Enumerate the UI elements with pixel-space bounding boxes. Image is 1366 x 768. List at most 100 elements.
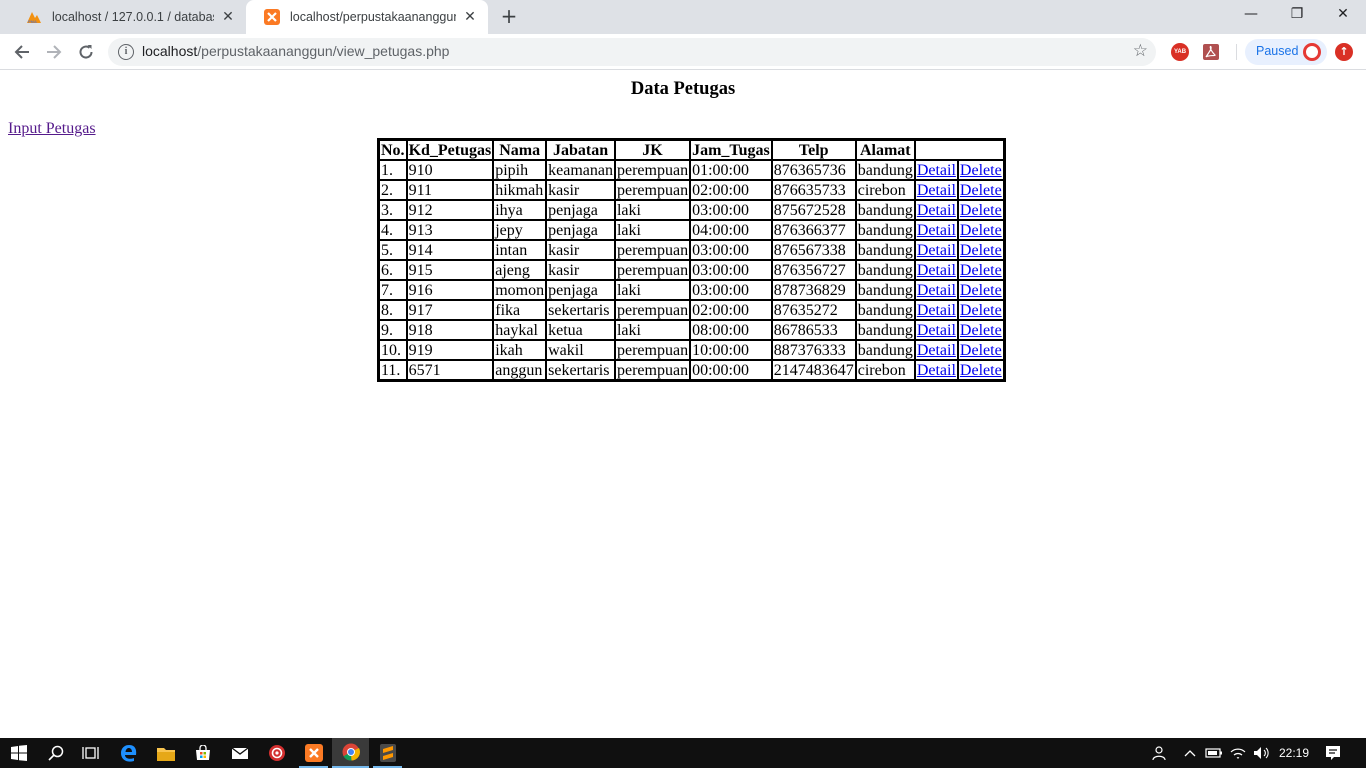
cell-jabatan: penjaga xyxy=(546,280,615,300)
bookmark-star-icon[interactable]: ☆ xyxy=(1133,41,1148,61)
delete-link[interactable]: Delete xyxy=(960,222,1002,239)
cell-jabatan: wakil xyxy=(546,340,615,360)
table-row: 1. 910 pipih keamanan perempuan 01:00:00 87636… xyxy=(379,160,1004,180)
delete-link[interactable]: Delete xyxy=(960,362,1002,379)
detail-link[interactable]: Detail xyxy=(917,362,956,379)
cell-nama: pipih xyxy=(493,160,547,180)
yab-extension-icon[interactable]: YAB xyxy=(1171,43,1189,61)
delete-link[interactable]: Delete xyxy=(960,302,1002,319)
url-path: /perpustakaananggun/view_petugas.php xyxy=(197,43,450,59)
column-header: Jabatan xyxy=(546,140,615,160)
cell-telp: 86786533 xyxy=(771,320,856,340)
back-button[interactable] xyxy=(8,38,36,66)
cell-detail: Detail xyxy=(914,260,958,280)
sublime-text-icon[interactable] xyxy=(369,738,406,768)
tab-title: localhost / 127.0.0.1 / database_p xyxy=(52,10,214,24)
cell-alamat: bandung xyxy=(855,300,915,320)
update-menu-icon[interactable]: ↑ xyxy=(1335,43,1353,61)
store-icon[interactable] xyxy=(184,738,221,768)
chevron-up-icon[interactable] xyxy=(1180,738,1200,768)
delete-link[interactable]: Delete xyxy=(960,162,1002,179)
cell-jk: laki xyxy=(614,220,691,240)
table-row: 8. 917 fika sekertaris perempuan 02:00:00 8763… xyxy=(379,300,1004,320)
cell-jam-tugas: 00:00:00 xyxy=(690,360,772,380)
new-tab-button[interactable]: + xyxy=(498,6,520,28)
system-clock[interactable]: 22:19 xyxy=(1276,738,1312,768)
app-red-icon[interactable] xyxy=(258,738,295,768)
wifi-icon[interactable] xyxy=(1228,738,1248,768)
file-explorer-icon[interactable] xyxy=(147,738,184,768)
site-info-icon[interactable]: i xyxy=(118,44,134,60)
detail-link[interactable]: Detail xyxy=(917,322,956,339)
edge-icon[interactable] xyxy=(110,738,147,768)
search-icon[interactable] xyxy=(37,738,74,768)
cell-nama: haykal xyxy=(493,320,547,340)
mail-icon[interactable] xyxy=(221,738,258,768)
cell-no: 11. xyxy=(379,360,407,380)
cell-jabatan: penjaga xyxy=(546,220,615,240)
cell-delete: Delete xyxy=(957,280,1004,300)
detail-link[interactable]: Detail xyxy=(917,342,956,359)
cell-jk: perempuan xyxy=(614,260,691,280)
xampp-taskbar-icon[interactable] xyxy=(295,738,332,768)
delete-link[interactable]: Delete xyxy=(960,202,1002,219)
pdf-extension-icon[interactable] xyxy=(1203,44,1219,60)
chrome-icon[interactable] xyxy=(332,738,369,768)
cell-kd-petugas: 911 xyxy=(406,180,494,200)
toolbar-divider xyxy=(1236,44,1237,60)
tab-phpmyadmin[interactable]: PMA localhost / 127.0.0.1 / database_p ✕ xyxy=(8,0,246,34)
detail-link[interactable]: Detail xyxy=(917,222,956,239)
url-text[interactable]: localhost/perpustakaananggun/view_petuga… xyxy=(142,43,449,59)
cell-alamat: bandung xyxy=(855,320,915,340)
battery-icon[interactable] xyxy=(1204,738,1224,768)
table-header-row: No. Kd_Petugas Nama Jabatan JK Jam_Tugas Telp A… xyxy=(379,140,1004,160)
delete-link[interactable]: Delete xyxy=(960,342,1002,359)
input-petugas-link[interactable]: Input Petugas xyxy=(8,120,96,138)
profile-paused-button[interactable]: Paused xyxy=(1245,39,1327,65)
task-view-icon[interactable] xyxy=(72,738,109,768)
detail-link[interactable]: Detail xyxy=(917,262,956,279)
cell-jk: perempuan xyxy=(614,300,691,320)
delete-link[interactable]: Delete xyxy=(960,262,1002,279)
cell-telp: 876356727 xyxy=(771,260,856,280)
detail-link[interactable]: Detail xyxy=(917,282,956,299)
minimize-button[interactable]: — xyxy=(1228,0,1274,30)
volume-icon[interactable] xyxy=(1252,738,1272,768)
cell-no: 5. xyxy=(379,240,407,260)
cell-delete: Delete xyxy=(957,260,1004,280)
delete-link[interactable]: Delete xyxy=(960,282,1002,299)
tab-close-icon[interactable]: ✕ xyxy=(220,9,236,25)
address-bar[interactable]: i localhost/perpustakaananggun/view_petu… xyxy=(108,38,1156,66)
cell-delete: Delete xyxy=(957,360,1004,380)
restore-button[interactable]: ❐ xyxy=(1274,0,1320,30)
cell-jabatan: kasir xyxy=(546,180,615,200)
detail-link[interactable]: Detail xyxy=(917,202,956,219)
reload-button[interactable] xyxy=(72,38,100,66)
cell-kd-petugas: 910 xyxy=(406,160,494,180)
action-center-icon[interactable] xyxy=(1320,738,1346,768)
detail-link[interactable]: Detail xyxy=(917,242,956,259)
tab-perpustakaan[interactable]: localhost/perpustakaananggun/v ✕ xyxy=(246,0,488,34)
detail-link[interactable]: Detail xyxy=(917,162,956,179)
cell-telp: 876366377 xyxy=(771,220,856,240)
detail-link[interactable]: Detail xyxy=(917,302,956,319)
cell-jam-tugas: 01:00:00 xyxy=(690,160,772,180)
forward-button[interactable] xyxy=(40,38,68,66)
cell-kd-petugas: 913 xyxy=(406,220,494,240)
cell-telp: 87635272 xyxy=(771,300,856,320)
delete-link[interactable]: Delete xyxy=(960,242,1002,259)
delete-link[interactable]: Delete xyxy=(960,182,1002,199)
cell-jk: laki xyxy=(614,200,691,220)
cell-detail: Detail xyxy=(914,300,958,320)
column-header: Telp xyxy=(771,140,856,160)
cell-kd-petugas: 915 xyxy=(406,260,494,280)
profile-avatar xyxy=(1303,43,1321,61)
close-window-button[interactable]: ✕ xyxy=(1320,0,1366,30)
start-icon[interactable] xyxy=(0,738,37,768)
tab-close-icon[interactable]: ✕ xyxy=(462,9,478,25)
column-header: Jam_Tugas xyxy=(690,140,772,160)
delete-link[interactable]: Delete xyxy=(960,322,1002,339)
people-icon[interactable] xyxy=(1150,738,1170,768)
browser-tab-strip: PMA localhost / 127.0.0.1 / database_p ✕… xyxy=(0,0,1366,34)
detail-link[interactable]: Detail xyxy=(917,182,956,199)
